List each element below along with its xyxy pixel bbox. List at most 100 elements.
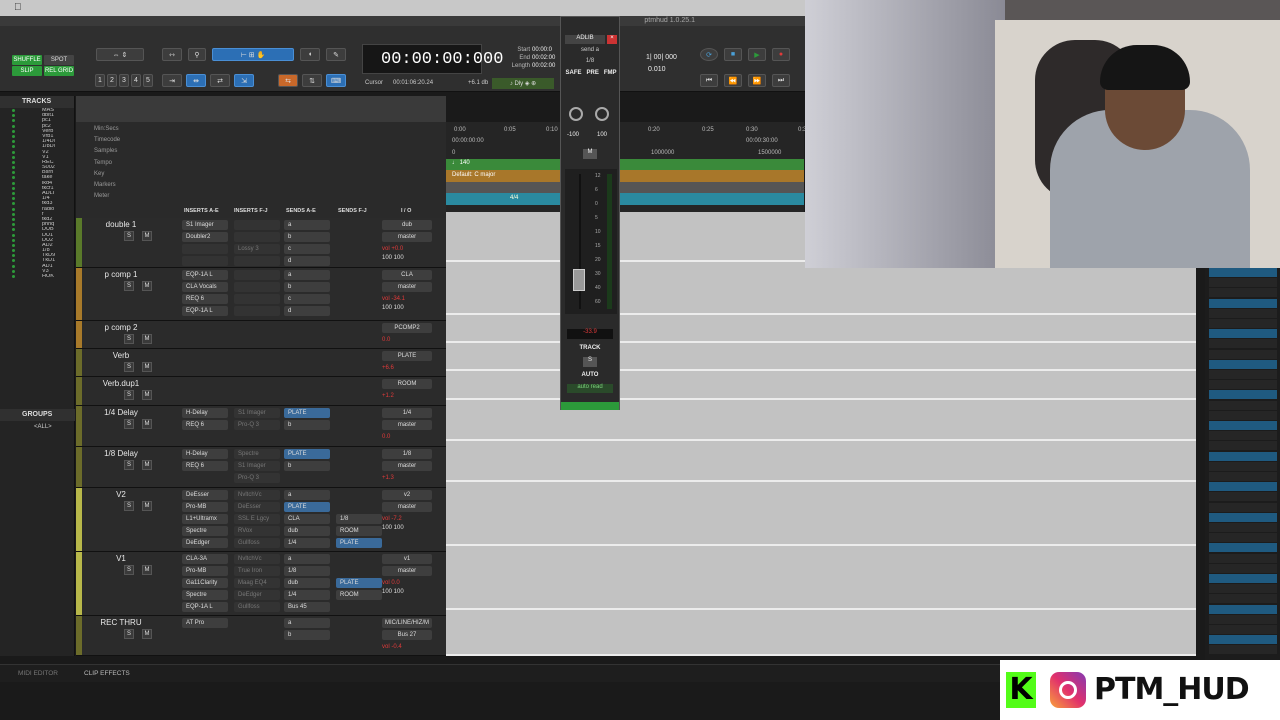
io-slot[interactable]: dub [382, 220, 432, 230]
right-track-row[interactable] [1209, 563, 1277, 573]
track-active-dot[interactable] [12, 150, 15, 154]
io-slot[interactable]: 1/8 [382, 449, 432, 459]
zoom-preset-5[interactable]: 5 [143, 74, 153, 87]
mirror-midi-icon[interactable]: ⇆ [278, 74, 298, 87]
track-name[interactable]: p comp 1 [86, 270, 156, 279]
markers-lane[interactable] [446, 182, 804, 193]
track-active-dot[interactable] [12, 176, 15, 180]
send-slot[interactable]: c [284, 244, 330, 254]
insert-f-slot[interactable]: SSL E Lgcy [234, 514, 280, 524]
io-slot[interactable]: master [382, 282, 432, 292]
mute-button[interactable]: M [142, 281, 152, 291]
right-track-row[interactable] [1209, 523, 1277, 532]
track-active-dot[interactable] [12, 134, 15, 138]
track-list-item[interactable]: HOK [0, 274, 74, 279]
right-track-row[interactable] [1209, 625, 1277, 634]
track-active-dot[interactable] [12, 145, 15, 149]
track-active-dot[interactable] [12, 171, 15, 175]
insertion-follows-icon[interactable]: ⇲ [234, 74, 254, 87]
insert-f-slot[interactable]: True Iron [234, 566, 280, 576]
right-track-row[interactable] [1209, 308, 1277, 318]
tab-to-transient-icon[interactable]: ⇥ [162, 74, 182, 87]
right-track-row[interactable] [1209, 431, 1277, 441]
track-active-dot[interactable] [12, 217, 15, 221]
send-selector[interactable]: send a [565, 47, 615, 53]
clip-effects-tab[interactable]: CLIP EFFECTS [84, 670, 130, 677]
send-slot[interactable]: b [284, 630, 330, 640]
spot-mode-button[interactable]: SPOT [44, 55, 74, 65]
right-track-row[interactable] [1209, 349, 1277, 359]
insert-a-slot[interactable]: REQ 6 [182, 294, 228, 304]
insert-f-slot[interactable]: S1 Imager [234, 408, 280, 418]
insert-a-slot[interactable]: DeEdger [182, 538, 228, 548]
track-name[interactable]: REC THRU [86, 618, 156, 627]
insert-f-slot[interactable]: Gullfoss [234, 602, 280, 612]
right-track-row[interactable] [1209, 421, 1277, 430]
right-track-row[interactable] [1209, 359, 1277, 369]
right-track-row[interactable] [1209, 288, 1277, 298]
send-slot[interactable]: a [284, 618, 330, 628]
track-lane[interactable] [446, 610, 1196, 656]
insert-a-slot[interactable]: L1+Ultramx [182, 514, 228, 524]
send-slot[interactable]: b [284, 232, 330, 242]
track-lane[interactable] [446, 371, 1196, 400]
link-timeline-icon[interactable]: ⇹ [186, 74, 206, 87]
right-track-row[interactable] [1209, 502, 1277, 512]
track-active-dot[interactable] [12, 124, 15, 128]
length-value[interactable]: 00:02:00 [532, 62, 555, 70]
track-lane[interactable] [446, 262, 1196, 315]
track-name[interactable]: 1/8 Delay [86, 449, 156, 458]
loop-icon[interactable]: ⟳ [700, 48, 718, 61]
play-icon[interactable]: ▶ [748, 48, 766, 61]
send-f-slot[interactable]: ROOM [336, 590, 382, 600]
mute-button[interactable]: M [142, 390, 152, 400]
right-track-row[interactable] [1209, 594, 1277, 604]
track-active-dot[interactable] [12, 166, 15, 170]
solo-button[interactable]: S [124, 390, 134, 400]
insert-a-slot[interactable]: H-Delay [182, 408, 228, 418]
io-slot[interactable]: PLATE [382, 351, 432, 361]
mute-button[interactable]: M [142, 231, 152, 241]
insert-a-slot[interactable]: Ga11Clarity [182, 578, 228, 588]
io-slot[interactable]: master [382, 502, 432, 512]
send-slot[interactable]: a [284, 554, 330, 564]
right-track-row[interactable] [1209, 472, 1277, 481]
zoom-icon[interactable]: ⇿ [162, 48, 182, 61]
send-slot[interactable]: PLATE [284, 502, 330, 512]
right-track-row[interactable] [1209, 400, 1277, 410]
edit-playlist-area[interactable] [446, 212, 1196, 656]
mute-button[interactable]: M [142, 419, 152, 429]
right-track-row[interactable] [1209, 482, 1277, 492]
ffwd-icon[interactable]: ⏩ [748, 74, 766, 87]
zoom-preset-2[interactable]: 2 [107, 74, 117, 87]
track-lane[interactable] [446, 546, 1196, 610]
mute-button[interactable]: M [142, 629, 152, 639]
solo-button[interactable]: S [124, 419, 134, 429]
track-active-dot[interactable] [12, 207, 15, 211]
track-active-dot[interactable] [12, 228, 15, 232]
keyboard-focus-icon[interactable]: ⌨ [326, 74, 346, 87]
track-active-dot[interactable] [12, 223, 15, 227]
right-track-row[interactable] [1209, 614, 1277, 624]
grid-value[interactable]: 1| 00| 000 [646, 54, 677, 61]
track-active-dot[interactable] [12, 275, 15, 278]
insert-a-slot[interactable]: Spectre [182, 526, 228, 536]
track-active-dot[interactable] [12, 181, 15, 185]
io-slot[interactable]: master [382, 461, 432, 471]
right-track-row[interactable] [1209, 268, 1277, 277]
right-track-row[interactable] [1209, 512, 1277, 522]
insert-f-slot[interactable]: NvltchVc [234, 554, 280, 564]
insert-a-slot[interactable]: Pro-MB [182, 566, 228, 576]
send-output[interactable]: 1/8 [565, 58, 615, 64]
mute-button[interactable]: M [583, 149, 597, 159]
track-lane[interactable] [446, 400, 1196, 441]
solo-button[interactable]: S [124, 460, 134, 470]
automation-follows-icon[interactable]: ⇅ [302, 74, 322, 87]
insert-f-slot[interactable]: Spectre [234, 449, 280, 459]
track-active-dot[interactable] [12, 233, 15, 237]
track-name[interactable]: Verb.dup1 [86, 379, 156, 388]
pan-left-knob[interactable] [569, 107, 583, 121]
right-track-row[interactable] [1209, 553, 1277, 563]
track-active-dot[interactable] [12, 114, 15, 118]
io-slot[interactable]: ROOM [382, 379, 432, 389]
